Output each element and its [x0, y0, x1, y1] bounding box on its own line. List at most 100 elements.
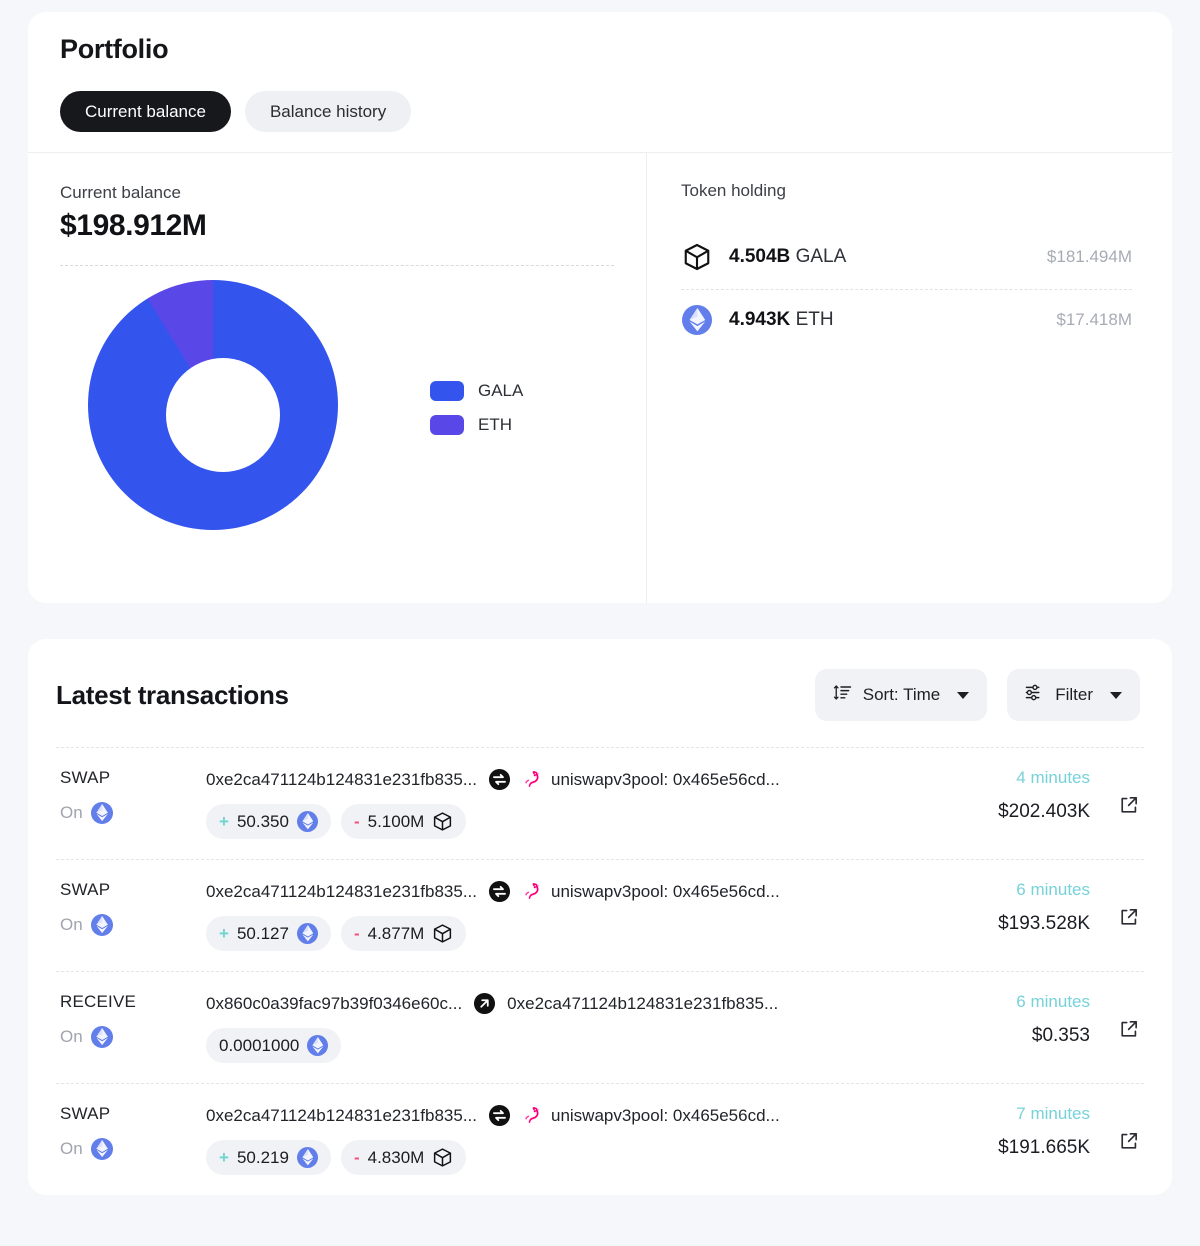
portfolio-body: Current balance $198.912M GALA ETH Token… [28, 153, 1172, 603]
to-address-group[interactable]: uniswapv3pool: 0x465e56cd... [522, 881, 780, 902]
transactions-controls: Sort: Time Filter [814, 669, 1140, 721]
to-address-group[interactable]: 0xe2ca471124b124831e231fb835... [507, 994, 778, 1014]
transaction-usd-value: $0.353 [1031, 1025, 1090, 1046]
swap-icon [488, 768, 511, 791]
gala-cube-icon [432, 811, 453, 832]
transaction-amounts: 0.0001000 [206, 1028, 886, 1063]
gala-cube-icon [432, 1147, 453, 1168]
transaction-amounts: +50.350 -5.100M [206, 804, 886, 839]
external-link-icon[interactable] [1118, 794, 1140, 816]
transaction-type: SWAP [60, 1104, 111, 1123]
tab-balance-history[interactable]: Balance history [244, 91, 412, 132]
from-address[interactable]: 0x860c0a39fac97b39f0346e60c... [206, 994, 462, 1014]
transaction-row[interactable]: SWAP On 0xe2ca471124b124831e231fb835... uni… [56, 859, 1144, 971]
transaction-time: 6 minutes [1016, 880, 1090, 899]
transaction-addresses: 0xe2ca471124b124831e231fb835... uniswapv3… [206, 880, 886, 903]
transaction-amount-pill: -5.100M [340, 804, 467, 839]
eth-diamond-icon [90, 1026, 113, 1048]
transaction-meta-col: 7 minutes $191.665K [886, 1104, 1096, 1159]
token-usd-value: $181.494M [1046, 247, 1132, 266]
transaction-row[interactable]: RECEIVE On 0x860c0a39fac97b39f0346e60c... 0… [56, 971, 1144, 1083]
transaction-chain: On [60, 1026, 206, 1048]
token-holding-title: Token holding [681, 181, 786, 200]
transaction-type: SWAP [60, 880, 111, 899]
legend-item-gala: GALA [430, 381, 523, 401]
donut-legend: GALA ETH [430, 381, 523, 449]
token-holding-panel: Token holding 4.504B GALA $181.494M 4.943K… [647, 153, 1172, 603]
transactions-list: SWAP On 0xe2ca471124b124831e231fb835... uni… [28, 747, 1172, 1195]
amount-value: 4.877M [367, 923, 425, 943]
transaction-meta-col: 6 minutes $193.528K [886, 880, 1096, 935]
transaction-detail-col: 0xe2ca471124b124831e231fb835... uniswapv3… [206, 1104, 886, 1175]
eth-diamond-icon [90, 1138, 113, 1160]
eth-diamond-icon [682, 305, 712, 335]
filter-icon [1025, 683, 1044, 707]
portfolio-page: Portfolio Current balance Balance histor… [0, 0, 1200, 1246]
transaction-link-col[interactable] [1096, 880, 1140, 928]
legend-label-gala: GALA [478, 381, 524, 400]
eth-diamond-icon [307, 1035, 329, 1056]
transaction-type-col: SWAP On [60, 1104, 206, 1160]
transaction-amount-pill: +50.219 [206, 1140, 331, 1175]
to-address-group[interactable]: uniswapv3pool: 0x465e56cd... [522, 769, 780, 790]
transaction-time: 6 minutes [1016, 992, 1090, 1011]
transaction-chain: On [60, 1138, 206, 1160]
transaction-amount-pill: -4.830M [340, 1140, 467, 1175]
transaction-type-col: SWAP On [60, 880, 206, 936]
legend-swatch-eth [430, 415, 464, 435]
transaction-link-col[interactable] [1096, 992, 1140, 1040]
transaction-row[interactable]: SWAP On 0xe2ca471124b124831e231fb835... uni… [56, 1083, 1144, 1195]
transaction-usd-value: $191.665K [998, 1137, 1090, 1158]
filter-label: Filter [1055, 685, 1093, 704]
page-title: Portfolio [60, 34, 169, 64]
amount-sign: - [353, 811, 360, 831]
tab-current-balance[interactable]: Current balance [60, 91, 231, 132]
from-address[interactable]: 0xe2ca471124b124831e231fb835... [206, 882, 477, 902]
transaction-addresses: 0xe2ca471124b124831e231fb835... uniswapv3… [206, 768, 886, 791]
to-address[interactable]: uniswapv3pool: 0x465e56cd... [551, 1106, 780, 1126]
eth-diamond-icon [296, 811, 318, 832]
token-holding-row: 4.943K ETH $17.418M [681, 289, 1132, 352]
amount-sign: + [219, 811, 229, 831]
to-address[interactable]: uniswapv3pool: 0x465e56cd... [551, 770, 780, 790]
transaction-addresses: 0xe2ca471124b124831e231fb835... uniswapv3… [206, 1104, 886, 1127]
to-address[interactable]: uniswapv3pool: 0x465e56cd... [551, 882, 780, 902]
transaction-amount-pill: +50.350 [206, 804, 331, 839]
token-amount: 4.943K ETH [729, 309, 834, 330]
transaction-amounts: +50.127 -4.877M [206, 916, 886, 951]
to-address-group[interactable]: uniswapv3pool: 0x465e56cd... [522, 1105, 780, 1126]
transaction-usd-value: $193.528K [998, 913, 1090, 934]
transaction-usd-value: $202.403K [998, 801, 1090, 822]
eth-diamond-icon [296, 1147, 318, 1168]
token-holding-list: 4.504B GALA $181.494M 4.943K ETH $17.418M [681, 227, 1132, 352]
transaction-type: RECEIVE [60, 992, 137, 1011]
external-link-icon[interactable] [1118, 1130, 1140, 1152]
transaction-link-col[interactable] [1096, 1104, 1140, 1152]
amount-value: 0.0001000 [219, 1035, 300, 1055]
transactions-header: Latest transactions Sort: Time Filter [28, 639, 1172, 721]
amount-sign: + [219, 923, 229, 943]
on-label: On [60, 1027, 83, 1046]
swap-icon [488, 1104, 511, 1127]
amount-sign: + [219, 1147, 229, 1167]
transaction-detail-col: 0xe2ca471124b124831e231fb835... uniswapv3… [206, 880, 886, 951]
gala-cube-icon [681, 241, 713, 273]
filter-button[interactable]: Filter [1007, 669, 1140, 721]
external-link-icon[interactable] [1118, 906, 1140, 928]
amount-value: 5.100M [367, 811, 425, 831]
chevron-down-icon [1110, 691, 1122, 699]
external-link-icon[interactable] [1118, 1018, 1140, 1040]
eth-diamond-icon [90, 914, 113, 936]
to-address[interactable]: 0xe2ca471124b124831e231fb835... [507, 994, 778, 1014]
transaction-row[interactable]: SWAP On 0xe2ca471124b124831e231fb835... uni… [56, 747, 1144, 859]
transaction-link-col[interactable] [1096, 768, 1140, 816]
amount-sign: - [353, 1147, 360, 1167]
donut-hole [166, 358, 280, 472]
from-address[interactable]: 0xe2ca471124b124831e231fb835... [206, 770, 477, 790]
transaction-amount-pill: -4.877M [340, 916, 467, 951]
from-address[interactable]: 0xe2ca471124b124831e231fb835... [206, 1106, 477, 1126]
legend-swatch-gala [430, 381, 464, 401]
sort-label: Sort: Time [862, 685, 941, 704]
sort-button[interactable]: Sort: Time [814, 669, 988, 721]
amount-sign: - [353, 923, 360, 943]
